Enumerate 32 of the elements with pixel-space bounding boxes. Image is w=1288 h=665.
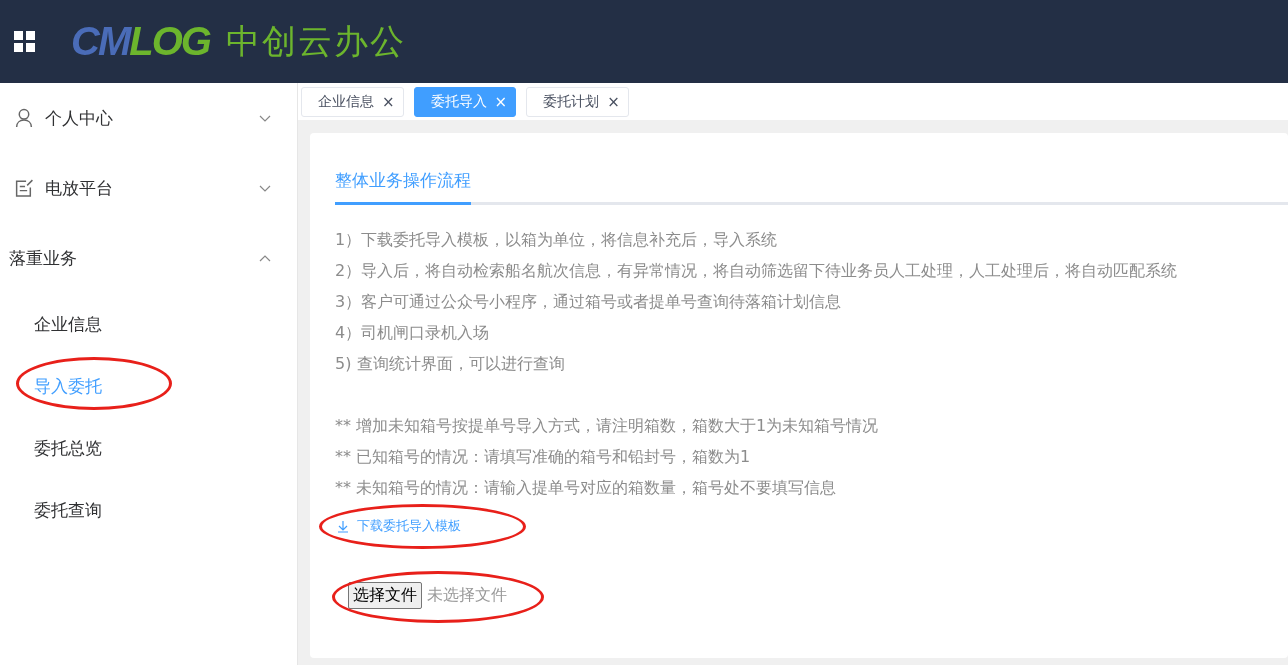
menu-icon[interactable] bbox=[14, 31, 35, 52]
close-icon[interactable]: × bbox=[607, 92, 620, 111]
tab-label: 委托计划 bbox=[543, 92, 600, 111]
instruction-text: 2）导入后，将自动检索船名航次信息，有异常情况，将自动筛选留下待业务员人工处理，人工处理后，将自动匹配系统 bbox=[335, 260, 1179, 282]
menu-item[interactable]: 委托查询 bbox=[0, 479, 297, 541]
note-text: ** 增加未知箱号按提单号导入方式，请注明箱数，箱数大于1为未知箱号情况 bbox=[335, 415, 880, 437]
tab-label: 委托导入 bbox=[430, 92, 487, 111]
logo: CMLOG bbox=[71, 19, 210, 64]
tab[interactable]: 企业信息 × bbox=[301, 86, 404, 117]
menu-group-label: 电放平台 bbox=[45, 176, 114, 200]
instruction-text: 1）下载委托导入模板，以箱为单位，将信息补充后，导入系统 bbox=[335, 229, 779, 251]
menu-group[interactable]: 电放平台 bbox=[0, 153, 297, 223]
note-text: ** 已知箱号的情况：请填写准确的箱号和铅封号，箱数为1 bbox=[335, 446, 752, 468]
menu-group-label: 落重业务 bbox=[9, 246, 78, 270]
app-name: 中创云办公 bbox=[225, 19, 406, 63]
user-icon bbox=[14, 108, 34, 128]
download-icon bbox=[337, 519, 349, 533]
menu-group-label: 个人中心 bbox=[45, 106, 114, 130]
menu-item[interactable]: 委托总览 bbox=[0, 417, 297, 479]
menu-item[interactable]: 企业信息 bbox=[0, 293, 297, 355]
tab-label: 企业信息 bbox=[318, 92, 374, 111]
menu-group[interactable]: 个人中心 bbox=[0, 83, 297, 153]
edit-icon bbox=[14, 178, 34, 198]
tab[interactable]: 委托计划 × bbox=[526, 86, 629, 117]
choose-file-button[interactable]: 选择文件 bbox=[348, 581, 422, 609]
file-status: 未选择文件 bbox=[427, 584, 507, 606]
menu-group[interactable]: 落重业务 bbox=[0, 223, 297, 293]
instruction-text: 3）客户可通过公众号小程序，通过箱号或者提单号查询待落箱计划信息 bbox=[335, 291, 843, 313]
note-text: ** 未知箱号的情况：请输入提单号对应的箱数量，箱号处不要填写信息 bbox=[335, 477, 838, 499]
instruction-text: 4）司机闸口录机入场 bbox=[335, 322, 491, 344]
instruction-text: 5) 查询统计界面，可以进行查询 bbox=[335, 353, 566, 375]
close-icon[interactable]: × bbox=[382, 92, 395, 111]
